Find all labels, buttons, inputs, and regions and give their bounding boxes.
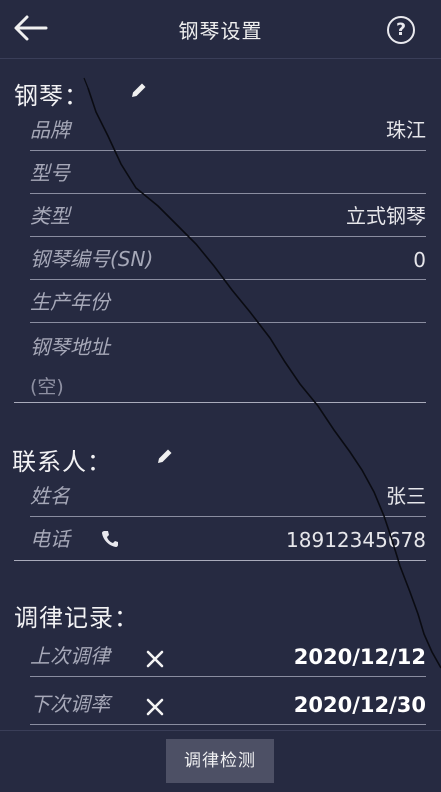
x-icon [146,698,164,716]
page-title: 钢琴设置 [178,19,263,43]
piano-section-title: 钢琴： [14,82,89,110]
piano-address-label: 钢琴地址 [30,335,110,359]
x-icon [146,650,164,668]
pencil-icon [132,83,146,97]
contact-phone-value: 18912345678 [286,528,426,552]
brand-label: 品牌 [30,118,70,142]
edit-piano-button[interactable] [129,80,149,100]
next-tuning-label: 下次调率 [30,692,110,716]
brand-row[interactable]: 品牌 珠江 [30,110,426,151]
piano-section-divider [14,402,426,403]
contact-name-label: 姓名 [30,484,70,508]
contact-name-row[interactable]: 姓名 张三 [30,476,426,517]
piano-address-empty: (空) [30,376,64,398]
production-year-label: 生产年份 [30,290,110,314]
serial-number-label: 钢琴编号(SN) [30,247,154,271]
bottom-bar: 调律检测 [0,730,441,792]
contact-section-divider [14,560,426,561]
production-year-row[interactable]: 生产年份 [30,282,426,323]
edit-contact-button[interactable] [155,446,175,466]
serial-number-row[interactable]: 钢琴编号(SN) 0 [30,239,426,280]
question-circle-icon: ? [396,20,406,40]
serial-number-value: 0 [413,248,426,272]
piano-address-row[interactable]: 钢琴地址 (空) [30,326,426,398]
model-row[interactable]: 型号 [30,153,426,194]
contact-name-value: 张三 [386,484,426,508]
top-bar: 钢琴设置 ? [0,0,441,59]
help-button[interactable]: ? [387,16,415,44]
type-value: 立式钢琴 [346,204,426,228]
last-tuning-value: 2020/12/12 [293,645,426,669]
phone-icon[interactable] [100,529,120,549]
pencil-icon [158,449,172,463]
type-row[interactable]: 类型 立式钢琴 [30,196,426,237]
contact-phone-label: 电话 [30,527,70,551]
last-tuning-label: 上次调律 [30,644,110,668]
contact-section-title: 联系人： [12,448,112,476]
tuning-detection-button[interactable]: 调律检测 [166,739,274,783]
clear-last-tuning-button[interactable] [146,650,164,668]
last-tuning-row[interactable]: 上次调律 2020/12/12 [30,636,426,677]
tuning-section-title: 调律记录： [14,604,139,632]
next-tuning-row[interactable]: 下次调率 2020/12/30 [30,684,426,725]
brand-value: 珠江 [386,118,426,142]
type-label: 类型 [30,204,70,228]
model-label: 型号 [30,161,70,185]
clear-next-tuning-button[interactable] [146,698,164,716]
next-tuning-value: 2020/12/30 [293,693,426,717]
contact-phone-row[interactable]: 电话 18912345678 [30,519,426,559]
